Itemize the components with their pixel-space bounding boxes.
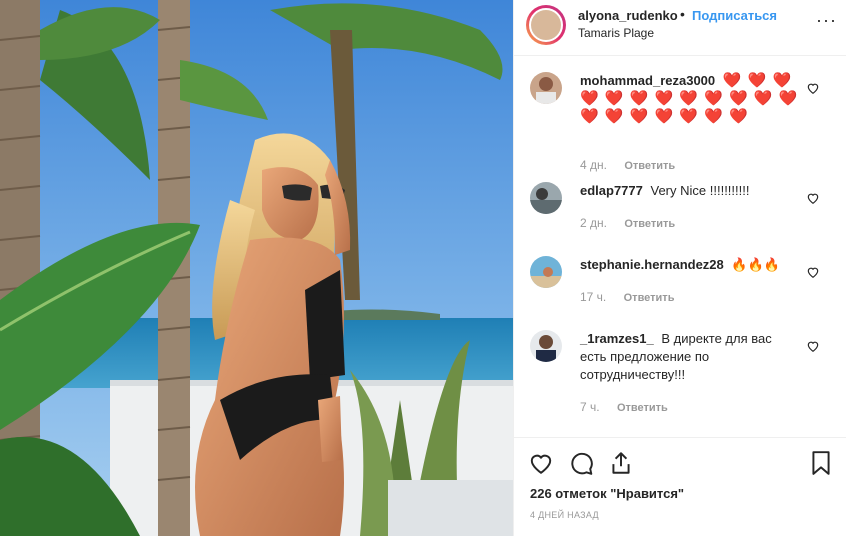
more-icon[interactable]: ··· (816, 10, 837, 31)
comment-time[interactable]: 17 ч. (580, 290, 606, 304)
separator-dot: • (680, 6, 685, 22)
comment-username[interactable]: mohammad_reza3000 (580, 73, 715, 88)
comment-time[interactable]: 4 дн. (580, 158, 607, 172)
post-actions: 226 отметок "Нравится" 4 ДНЕЙ НАЗАД (514, 437, 846, 536)
share-icon[interactable] (608, 450, 634, 476)
commenter-avatar[interactable] (530, 330, 562, 362)
comment-text: Very Nice !!!!!!!!!!! (650, 183, 750, 198)
comment-username[interactable]: _1ramzes1_ (580, 331, 654, 346)
follow-button[interactable]: Подписаться (692, 8, 777, 23)
post-side-panel: alyona_rudenko • Подписаться Tamaris Pla… (513, 0, 846, 536)
comment-time[interactable]: 2 дн. (580, 216, 607, 230)
comments-list[interactable]: mohammad_reza3000 ❤️ ❤️ ❤️ ❤️ ❤️ ❤️ ❤️ ❤… (514, 56, 846, 436)
post-photo[interactable] (0, 0, 513, 536)
reply-button[interactable]: Ответить (617, 402, 668, 414)
comment-icon[interactable] (568, 450, 594, 476)
commenter-avatar[interactable] (530, 182, 562, 214)
comment-text: 🔥🔥🔥 (731, 257, 780, 272)
comment-like-icon[interactable] (806, 81, 820, 95)
comment-like-icon[interactable] (806, 339, 820, 353)
heart-icon[interactable] (528, 450, 554, 476)
reply-button[interactable]: Ответить (624, 292, 675, 304)
commenter-avatar[interactable] (530, 72, 562, 104)
reply-button[interactable]: Ответить (624, 160, 675, 172)
comment-like-icon[interactable] (806, 191, 820, 205)
author-avatar[interactable] (526, 5, 566, 45)
comment-username[interactable]: stephanie.hernandez28 (580, 257, 724, 272)
commenter-avatar[interactable] (530, 256, 562, 288)
reply-button[interactable]: Ответить (624, 218, 675, 230)
post-date[interactable]: 4 ДНЕЙ НАЗАД (530, 510, 599, 520)
bookmark-icon[interactable] (808, 450, 834, 476)
comment-time[interactable]: 7 ч. (580, 400, 600, 414)
author-username[interactable]: alyona_rudenko (578, 8, 678, 23)
likes-count[interactable]: 226 отметок "Нравится" (530, 486, 684, 501)
comment-username[interactable]: edlap7777 (580, 183, 643, 198)
location-link[interactable]: Tamaris Plage (578, 26, 654, 40)
comment-like-icon[interactable] (806, 265, 820, 279)
post-header: alyona_rudenko • Подписаться Tamaris Pla… (514, 0, 846, 56)
